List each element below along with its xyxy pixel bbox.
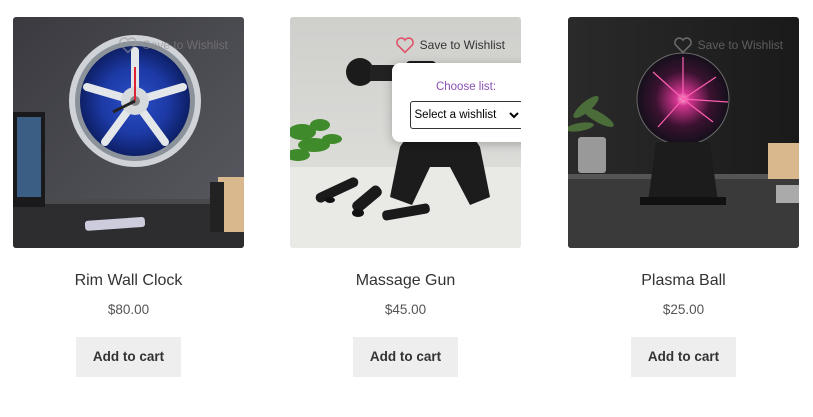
save-to-wishlist-button[interactable]: Save to Wishlist (118, 36, 228, 54)
product-title[interactable]: Massage Gun (290, 270, 521, 292)
heart-icon (673, 37, 692, 54)
add-to-cart-button[interactable]: Add to cart (631, 337, 736, 377)
product-title[interactable]: Plasma Ball (568, 270, 799, 292)
heart-icon (395, 37, 414, 54)
add-to-cart-button[interactable]: Add to cart (76, 337, 181, 377)
wishlist-select[interactable]: Select a wishlist (409, 101, 521, 129)
wishlist-label: Save to Wishlist (697, 38, 783, 52)
product-image-rim-wall-clock[interactable]: Save to Wishlist (13, 17, 244, 248)
product-price: $45.00 (384, 302, 427, 317)
save-to-wishlist-button[interactable]: Save to Wishlist (673, 36, 783, 54)
product-image-plasma-ball[interactable]: Save to Wishlist (568, 17, 799, 248)
product-card-rim-wall-clock: Save to Wishlist Rim Wall Clock $80.00 A… (13, 17, 244, 377)
product-price: $25.00 (662, 302, 705, 317)
product-image-massage-gun[interactable]: Save to Wishlist Choose list: Select a w… (290, 17, 521, 248)
heart-icon (118, 37, 137, 54)
wishlist-label: Save to Wishlist (419, 38, 505, 52)
product-price: $80.00 (107, 302, 150, 317)
wishlist-popup: Choose list: Select a wishlist (392, 63, 521, 142)
product-title[interactable]: Rim Wall Clock (13, 270, 244, 292)
save-to-wishlist-button[interactable]: Save to Wishlist (395, 36, 505, 54)
wishlist-label: Save to Wishlist (142, 38, 228, 52)
choose-list-label: Choose list: (435, 81, 497, 93)
add-to-cart-button[interactable]: Add to cart (353, 337, 458, 377)
product-card-plasma-ball: Save to Wishlist Plasma Ball $25.00 Add … (568, 17, 799, 377)
product-card-massage-gun: Save to Wishlist Choose list: Select a w… (290, 17, 521, 377)
